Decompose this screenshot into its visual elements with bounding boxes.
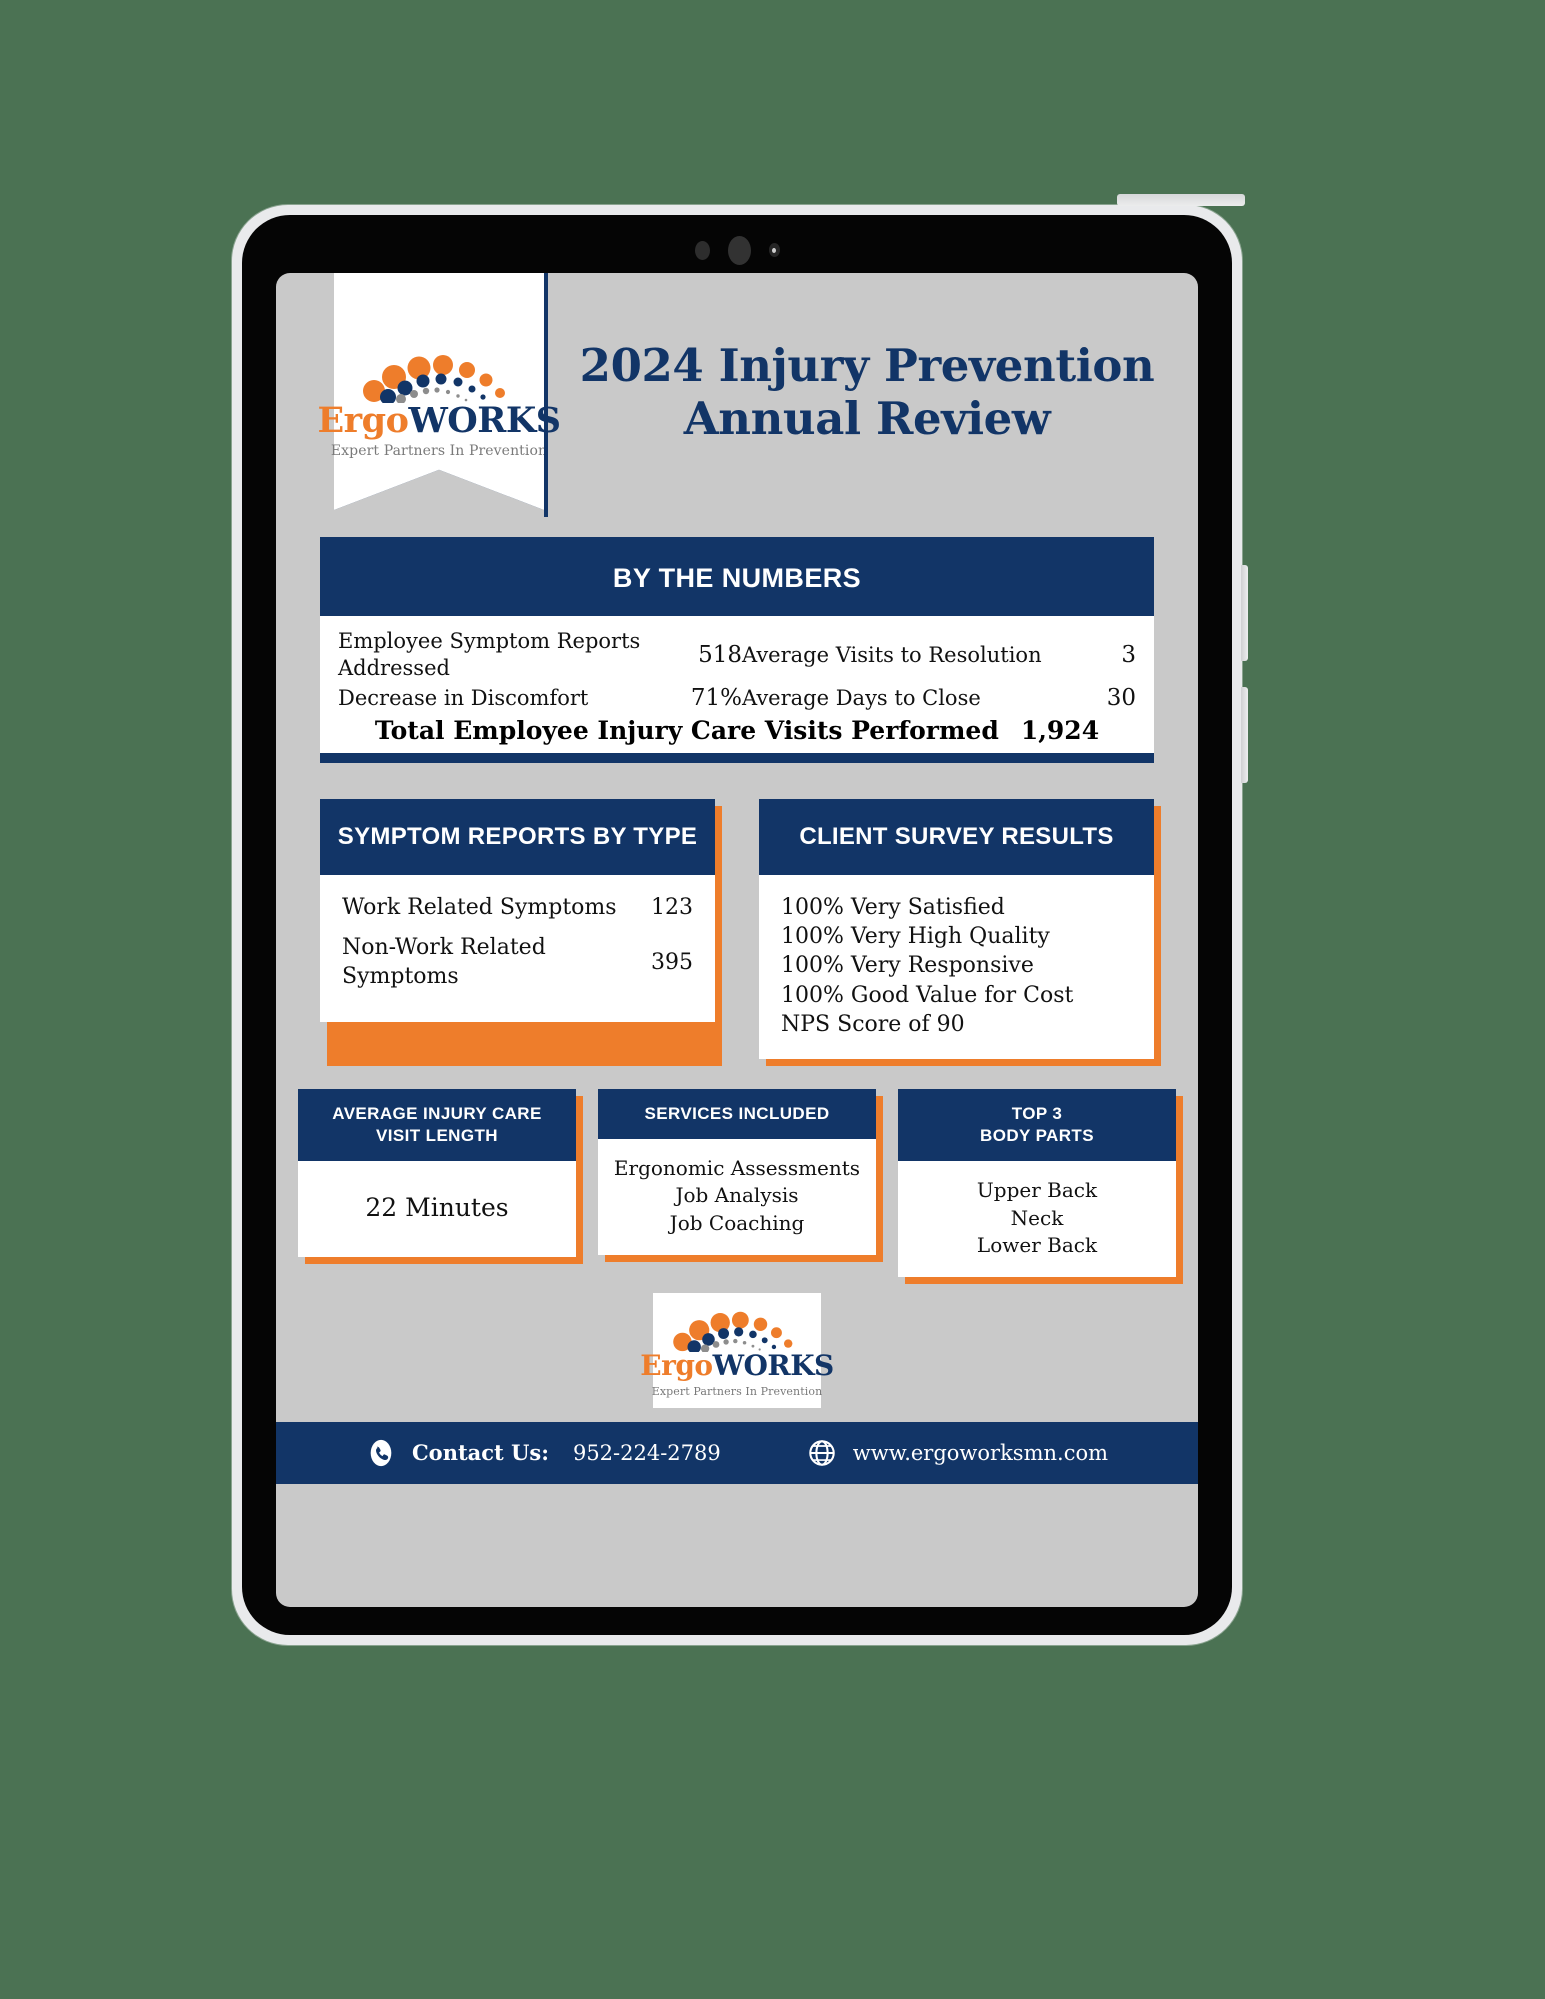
globe-icon: [809, 1440, 835, 1466]
top-body-parts-heading-line1: TOP 3: [1011, 1104, 1063, 1124]
volume-up-button[interactable]: [1241, 565, 1248, 661]
website-url[interactable]: www.ergoworksmn.com: [853, 1441, 1108, 1465]
metric-value: 71%: [690, 685, 742, 712]
by-the-numbers-body: Employee Symptom Reports Addressed 518 A…: [320, 616, 1154, 753]
tablet-screen: ErgoWORKS Expert Partners In Prevention …: [276, 273, 1198, 1607]
tablet-mockup: ErgoWORKS Expert Partners In Prevention …: [232, 194, 1248, 1645]
list-item: 100% Very Responsive: [781, 953, 1034, 979]
list-item: Work Related Symptoms 123: [342, 893, 693, 923]
top-body-parts-heading: TOP 3 BODY PARTS: [898, 1089, 1176, 1162]
power-button[interactable]: [1117, 194, 1245, 206]
page-title: 2024 Injury Prevention Annual Review: [556, 339, 1178, 445]
brand-name-ergo: Ergo: [317, 400, 409, 441]
list-item: 100% Good Value for Cost: [781, 982, 1074, 1008]
top-body-parts-card: TOP 3 BODY PARTS Upper Back Neck Lower B…: [898, 1089, 1183, 1284]
services-included-card: SERVICES INCLUDED Ergonomic Assessments …: [598, 1089, 883, 1262]
metric-value: 3: [1121, 642, 1136, 669]
metric-value: 30: [1106, 685, 1136, 712]
header-divider: [544, 273, 548, 517]
services-included-heading: SERVICES INCLUDED: [598, 1089, 876, 1140]
total-visits-value: 1,924: [1020, 715, 1100, 745]
bottom-card-row: AVERAGE INJURY CARE VISIT LENGTH 22 Minu…: [298, 1089, 1183, 1284]
list-item: Upper Back: [976, 1178, 1098, 1203]
top-body-parts-body: Upper Back Neck Lower Back: [898, 1161, 1176, 1277]
brand-name-works: WORKS: [712, 1348, 835, 1382]
brand-ribbon: ErgoWORKS Expert Partners In Prevention: [318, 273, 561, 510]
symptom-label: Work Related Symptoms: [342, 894, 617, 920]
list-item: 100% Very High Quality: [781, 924, 1050, 950]
front-camera-icon: [727, 235, 751, 265]
logo-arc-dots-icon: [673, 1311, 793, 1352]
by-the-numbers-heading: BY THE NUMBERS: [320, 537, 1154, 616]
total-visits-row: Total Employee Injury Care Visits Perfor…: [338, 716, 1136, 745]
list-item: 100% Very Satisfied: [781, 894, 1005, 920]
tablet-outer-shell: ErgoWORKS Expert Partners In Prevention …: [232, 194, 1248, 1645]
list-item: Non-Work Related Symptoms 395: [342, 933, 693, 992]
client-survey-heading: CLIENT SURVEY RESULTS: [759, 798, 1154, 875]
metric-label: Average Days to Close: [742, 685, 981, 710]
visit-length-body: 22 Minutes: [298, 1161, 576, 1258]
list-item: Neck: [1010, 1205, 1064, 1230]
list-item: NPS Score of 90: [781, 1011, 965, 1037]
contact-phone-number[interactable]: 952-224-2789: [573, 1441, 721, 1465]
page-title-line2: Annual Review: [683, 392, 1051, 446]
symptom-reports-card: SYMPTOM REPORTS BY TYPE Work Related Sym…: [320, 798, 722, 1067]
website-group[interactable]: www.ergoworksmn.com: [807, 1438, 1108, 1468]
visit-length-heading: AVERAGE INJURY CARE VISIT LENGTH: [298, 1089, 576, 1162]
brand-name-ergo: Ergo: [640, 1348, 713, 1382]
brand-tagline: Expert Partners In Prevention: [651, 1384, 823, 1398]
visit-length-value: 22 Minutes: [365, 1193, 509, 1223]
list-item: Job Coaching: [669, 1210, 805, 1235]
top-body-parts-heading-line2: BODY PARTS: [980, 1126, 1094, 1146]
brand-tagline: Expert Partners In Prevention: [330, 443, 548, 459]
symptom-value: 395: [651, 949, 693, 975]
contact-footer: Contact Us: 952-224-2789 www.ergoworksmn…: [276, 1421, 1198, 1484]
total-visits-label: Total Employee Injury Care Visits Perfor…: [374, 715, 999, 745]
proximity-sensor-icon: [694, 240, 710, 260]
services-included-body: Ergonomic Assessments Job Analysis Job C…: [598, 1139, 876, 1255]
metric-value: 518: [698, 642, 742, 669]
phone-icon: [370, 1439, 392, 1467]
visit-length-heading-line2: VISIT LENGTH: [376, 1126, 498, 1146]
by-the-numbers-card: BY THE NUMBERS Employee Symptom Reports …: [320, 537, 1154, 763]
list-item: Job Analysis: [675, 1183, 799, 1208]
contact-label: Contact Us:: [411, 1440, 549, 1466]
middle-card-row: SYMPTOM REPORTS BY TYPE Work Related Sym…: [320, 798, 1161, 1067]
metric-label: Average Visits to Resolution: [742, 642, 1042, 667]
brand-name-works: WORKS: [408, 400, 561, 441]
footer-brand-logo: ErgoWORKS Expert Partners In Prevention: [640, 1292, 834, 1408]
symptom-reports-body: Work Related Symptoms 123 Non-Work Relat…: [320, 874, 715, 1022]
ambient-light-sensor-icon: [768, 243, 780, 257]
symptom-label: Non-Work Related Symptoms: [342, 934, 546, 990]
page-title-line1: 2024 Injury Prevention: [579, 339, 1155, 392]
client-survey-body: 100% Very Satisfied 100% Very High Quali…: [759, 874, 1154, 1060]
metric-label: Decrease in Discomfort: [338, 685, 589, 710]
report-header: ErgoWORKS Expert Partners In Prevention …: [276, 273, 1198, 517]
visit-length-card: AVERAGE INJURY CARE VISIT LENGTH 22 Minu…: [298, 1089, 583, 1265]
volume-down-button[interactable]: [1241, 687, 1248, 783]
client-survey-card: CLIENT SURVEY RESULTS 100% Very Satisfie…: [759, 798, 1161, 1067]
front-sensor-array: [242, 235, 1232, 265]
logo-arc-dots-icon: [363, 355, 505, 403]
tablet-bezel: ErgoWORKS Expert Partners In Prevention …: [242, 215, 1232, 1635]
list-item: Lower Back: [976, 1232, 1098, 1257]
list-item: Ergonomic Assessments: [613, 1156, 861, 1181]
symptom-reports-heading: SYMPTOM REPORTS BY TYPE: [320, 798, 715, 875]
by-the-numbers-footer-strip: [320, 752, 1154, 763]
ergoworks-logo: ErgoWORKS Expert Partners In Prevention: [318, 347, 561, 459]
contact-phone-group[interactable]: Contact Us: 952-224-2789: [366, 1438, 721, 1468]
visit-length-heading-line1: AVERAGE INJURY CARE: [332, 1104, 542, 1124]
metric-label: Employee Symptom Reports Addressed: [338, 629, 641, 681]
symptom-value: 123: [651, 895, 693, 921]
